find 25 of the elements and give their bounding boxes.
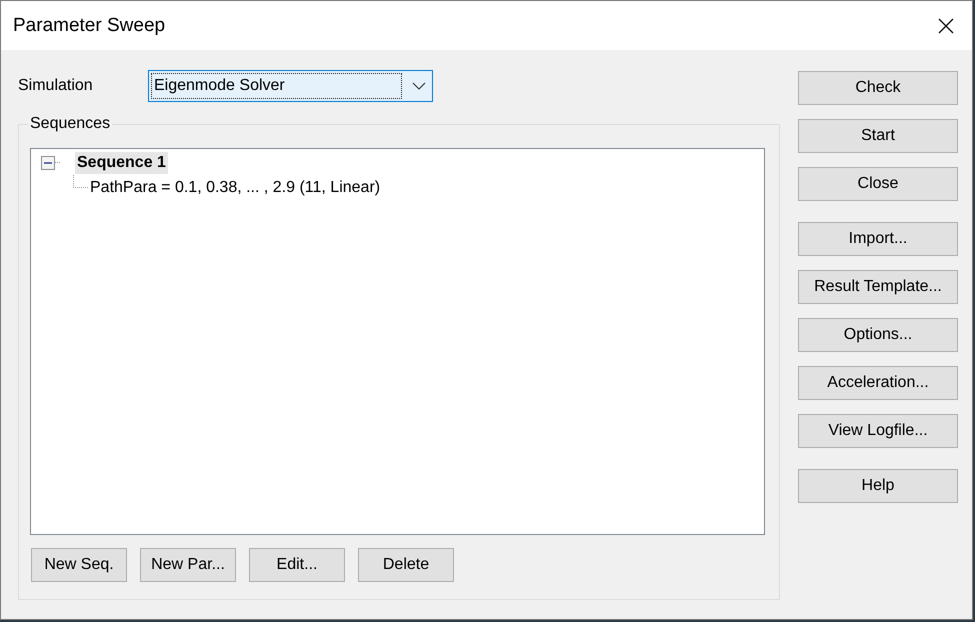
dialog-action-button[interactable]: View Logfile...: [798, 414, 958, 448]
tree-item[interactable]: Sequence 1: [75, 152, 168, 174]
dialog-action-button[interactable]: Close: [798, 167, 958, 201]
close-button[interactable]: [938, 18, 954, 34]
dialog-action-button[interactable]: Acceleration...: [798, 366, 958, 400]
tree-item[interactable]: PathPara = 0.1, 0.38, ... , 2.9 (11, Linear): [88, 176, 382, 198]
sequence-action-button[interactable]: New Seq.: [31, 548, 127, 582]
dialog-action-button[interactable]: Import...: [798, 222, 958, 256]
window-title: Parameter Sweep: [13, 14, 166, 36]
sequence-action-button[interactable]: Delete: [358, 548, 454, 582]
simulation-dropdown[interactable]: Eigenmode Solver: [148, 70, 433, 102]
dialog-action-button[interactable]: Help: [798, 469, 958, 503]
sequence-action-button[interactable]: Edit...: [249, 548, 345, 582]
close-icon: [938, 18, 954, 34]
sequence-action-button[interactable]: New Par...: [140, 548, 236, 582]
tree-connector-line: [73, 175, 88, 188]
dialog-action-button[interactable]: Result Template...: [798, 270, 958, 304]
dialog-action-button[interactable]: Start: [798, 119, 958, 153]
chevron-down-icon: [412, 82, 426, 90]
simulation-label: Simulation: [18, 77, 94, 95]
tree-connector-line: [55, 162, 60, 163]
group-label: Sequences: [29, 114, 112, 134]
dialog-action-button[interactable]: Check: [798, 71, 958, 105]
minus-box-icon[interactable]: [41, 156, 55, 170]
dialog-action-button[interactable]: Options...: [798, 318, 958, 352]
